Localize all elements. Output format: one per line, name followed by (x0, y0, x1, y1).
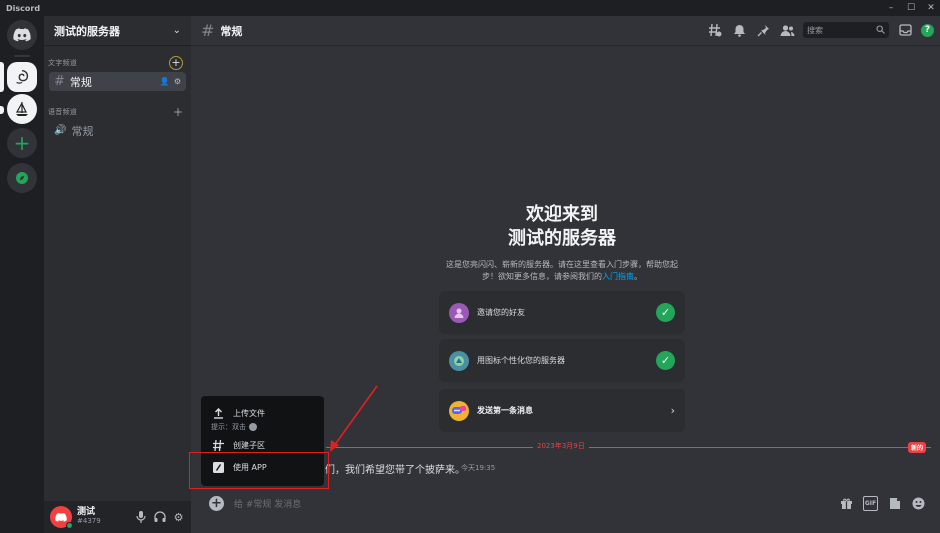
settings-gear-icon[interactable]: ⚙ (172, 511, 185, 524)
user-panel: 测试 #4379 ⚙ (44, 501, 191, 533)
search-placeholder: 搜索 (807, 25, 823, 35)
hash-icon: # (54, 74, 65, 89)
bell-icon[interactable] (731, 22, 747, 38)
invite-icon[interactable]: 👤 (160, 77, 170, 86)
welcome-desc-text: 这是您亮闪闪、崭新的服务器。请在这里查看入门步骤，帮助您起步！欲知更多信息，请参… (446, 260, 678, 281)
avatar[interactable] (50, 506, 73, 529)
online-status-icon (66, 522, 73, 529)
hash-icon: # (201, 21, 215, 40)
active-server-pill (0, 62, 4, 92)
welcome-section: 欢迎来到 测试的服务器 这是您亮闪闪、崭新的服务器。请在这里查看入门步骤，帮助您… (439, 203, 685, 283)
user-meta[interactable]: 测试 #4379 (77, 508, 134, 526)
compass-icon (16, 172, 28, 184)
thread-icon (211, 438, 225, 452)
title-bar: Discord – ☐ ✕ (0, 0, 940, 16)
channel-label: 常规 (69, 75, 92, 89)
personalize-server-icon (449, 350, 469, 371)
upload-hint: 提示：双击 (201, 420, 324, 434)
rail-separator (14, 55, 30, 57)
header-toolbar: 搜索 ? (707, 22, 934, 38)
discord-home-button[interactable] (7, 20, 37, 50)
app-name: Discord (6, 3, 41, 13)
gear-icon[interactable]: ⚙ (174, 77, 181, 86)
send-message-icon (449, 400, 469, 421)
microphone-icon[interactable] (134, 511, 147, 524)
task-label: 发送第一条消息 (477, 406, 533, 415)
welcome-title-line1: 欢迎来到 (526, 204, 598, 225)
server-rail: + (0, 16, 44, 533)
gift-icon[interactable] (839, 496, 854, 511)
window-controls: – ☐ ✕ (886, 0, 936, 16)
create-channel-icon[interactable]: + (173, 106, 183, 118)
chevron-down-icon: ⌄ (172, 25, 181, 36)
new-messages-badge: 新的 (907, 442, 926, 453)
close-icon[interactable]: ✕ (926, 3, 936, 13)
sailboat-icon (15, 102, 28, 116)
username: 测试 (77, 507, 96, 517)
maximize-icon[interactable]: ☐ (906, 3, 916, 13)
plus-icon: + (13, 131, 31, 155)
welcome-description: 这是您亮闪闪、崭新的服务器。请在这里查看入门步骤，帮助您起步！欲知更多信息，请参… (439, 259, 685, 283)
annotation-highlight-box (189, 452, 329, 489)
task-personalize-icon[interactable]: 用图标个性化您的服务器 ✓ (439, 339, 685, 382)
menu-item-label: 上传文件 (233, 408, 265, 418)
task-invite-friends[interactable]: 邀请您的好友 ✓ (439, 291, 685, 334)
menu-item-label: 创建子区 (233, 440, 265, 450)
channel-sidebar: 测试的服务器 ⌄ 文字频道 + # 常规 👤 ⚙ 语音频道 + 🔊 常规 测试 … (44, 16, 191, 533)
discord-logo-icon (13, 28, 31, 42)
pin-icon[interactable] (755, 22, 771, 38)
getting-started-link[interactable]: 入门指南 (602, 272, 634, 281)
checkmark-icon: ✓ (656, 351, 675, 370)
discord-logo-icon (55, 512, 67, 522)
threads-icon[interactable] (707, 22, 723, 38)
speaker-icon: 🔊 (54, 125, 67, 136)
welcome-desc-end: 。 (634, 272, 642, 281)
message-composer: + 给 #常规 发消息 GIF (205, 491, 930, 515)
divider-date: 2023年3月9日 (533, 441, 589, 451)
minimize-icon[interactable]: – (886, 3, 896, 13)
invite-friends-icon (449, 302, 469, 323)
message-input[interactable]: 给 #常规 发消息 (234, 497, 839, 510)
help-icon[interactable]: ? (921, 23, 934, 37)
checkmark-icon: ✓ (656, 303, 675, 322)
emoji-icon[interactable] (911, 496, 926, 511)
search-icon (876, 24, 885, 36)
welcome-title-line2: 测试的服务器 (508, 228, 616, 249)
task-label: 用图标个性化您的服务器 (477, 356, 565, 365)
user-tag: #4379 (77, 517, 101, 525)
upload-icon (211, 406, 225, 420)
new-messages-divider (326, 447, 931, 448)
message-timestamp: 今天19:35 (461, 464, 496, 472)
plus-key-icon (249, 423, 257, 431)
add-server-button[interactable]: + (7, 128, 37, 158)
task-label: 邀请您的好友 (477, 308, 525, 317)
search-input[interactable]: 搜索 (803, 22, 889, 38)
guild-name: 测试的服务器 (54, 24, 120, 38)
inbox-icon[interactable] (897, 22, 913, 38)
members-icon[interactable] (779, 22, 795, 38)
gif-icon[interactable]: GIF (863, 495, 878, 511)
chevron-right-icon: › (670, 404, 675, 417)
attach-plus-button[interactable]: + (209, 495, 224, 511)
explore-servers-button[interactable] (7, 163, 37, 193)
server-icon-test[interactable] (7, 62, 37, 92)
channel-title: 常规 (220, 24, 243, 38)
category-text-channels[interactable]: 文字频道 + (44, 56, 191, 70)
sticker-icon[interactable] (887, 496, 902, 511)
spiral-icon (16, 69, 29, 84)
server-icon-ship[interactable] (7, 94, 37, 124)
channel-label: 常规 (71, 124, 94, 138)
category-voice-channels[interactable]: 语音频道 + (44, 105, 191, 119)
channel-text-general[interactable]: # 常规 👤 ⚙ (49, 72, 186, 91)
headphones-icon[interactable] (153, 511, 166, 524)
category-label: 语音频道 (48, 108, 78, 116)
channel-voice-general[interactable]: 🔊 常规 (49, 121, 186, 140)
task-send-first-message[interactable]: 发送第一条消息 › (439, 389, 685, 432)
guild-header[interactable]: 测试的服务器 ⌄ (44, 16, 191, 46)
category-label: 文字频道 (48, 59, 78, 67)
hint-text: 提示：双击 (211, 423, 246, 431)
unread-server-pill (0, 106, 4, 114)
system-message-text: 们，我们希望您带了个披萨来。 (325, 465, 465, 476)
create-channel-icon[interactable]: + (169, 56, 183, 70)
